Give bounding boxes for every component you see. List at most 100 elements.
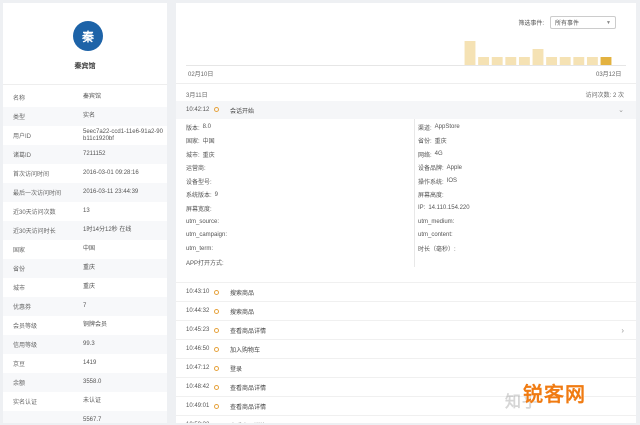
chart-bar[interactable] — [491, 57, 503, 65]
session-property: 设备品牌: Apple — [418, 162, 462, 174]
attribute-value: 未认证 — [83, 398, 102, 404]
property-key: 运营商: — [186, 166, 206, 172]
property-value: 重庆 — [202, 152, 215, 159]
property-key: 省份: — [418, 139, 432, 145]
attribute-key: 用户ID — [13, 134, 32, 140]
property-key: utm_source: — [186, 218, 220, 225]
event-time: 10:46:50 — [186, 346, 210, 352]
attribute-key: 诸葛ID — [13, 153, 32, 159]
attribute-value: 3558.0 — [83, 379, 102, 385]
attribute-row: 优惠券 7 — [3, 297, 167, 316]
session-start-time: 10:42:12 — [186, 107, 210, 113]
attribute-key: 省份 — [13, 267, 26, 273]
chart-bar[interactable] — [505, 57, 517, 65]
event-row[interactable]: 10:50:32 查看商品详情 — [176, 415, 636, 423]
event-dot-icon — [214, 107, 219, 112]
property-key: 设备型号: — [186, 179, 212, 186]
event-label: 搜索商品 — [230, 290, 255, 297]
event-dot-icon — [214, 404, 219, 409]
event-label: 搜索商品 — [230, 309, 255, 316]
chevron-right-icon[interactable]: › — [621, 326, 624, 335]
attribute-key: 国家 — [13, 248, 26, 254]
session-property: 设备型号: — [186, 175, 215, 187]
chart-bar[interactable] — [559, 57, 571, 65]
event-filter-select[interactable]: 所有事件 ▼ — [550, 16, 616, 29]
event-row[interactable]: 10:45:23 查看商品详情 › — [176, 320, 636, 339]
chart-bar[interactable] — [546, 57, 558, 65]
attribute-row: 余额 3558.0 — [3, 373, 167, 392]
attribute-value: 5567.7 — [83, 417, 102, 423]
attribute-key: 城市 — [13, 286, 26, 292]
attribute-value: 7211152 — [83, 151, 106, 157]
event-label: 查看商品详情 — [230, 421, 266, 424]
property-key: 操作系统: — [418, 179, 444, 186]
property-key: utm_content: — [418, 232, 453, 238]
attribute-row: 国家 中国 — [3, 240, 167, 259]
attribute-row: 省份 重庆 — [3, 259, 167, 278]
session-property: utm_campaign: — [186, 229, 230, 241]
chart-bar[interactable] — [464, 41, 476, 65]
chart-bar[interactable] — [573, 57, 585, 65]
event-dot-icon — [214, 347, 219, 352]
chart-bar[interactable] — [518, 57, 530, 65]
property-key: 设备品牌: — [418, 166, 444, 172]
event-row[interactable]: 10:46:50 加入购物车 — [176, 339, 636, 358]
chart-bar[interactable] — [600, 57, 612, 65]
attribute-row: 近30天访问次数 13 — [3, 202, 167, 221]
session-start-label: 会话开始 — [230, 108, 255, 115]
session-property: 渠道: AppStore — [418, 121, 460, 133]
chart-bar[interactable] — [532, 49, 544, 65]
event-time: 10:49:01 — [186, 403, 210, 409]
event-row[interactable]: 10:44:32 搜索商品 — [176, 301, 636, 320]
session-property: 省份: 重庆 — [418, 135, 447, 147]
event-label: 加入购物车 — [230, 347, 261, 354]
property-key: 版本: — [186, 125, 200, 132]
property-value: 9 — [214, 191, 219, 198]
attribute-key: 信用等级 — [13, 343, 38, 349]
session-property: utm_term: — [186, 243, 216, 255]
session-property: 网络: 4G — [418, 148, 443, 160]
property-key: IP: — [418, 205, 426, 211]
avatar: 秦 — [73, 21, 103, 51]
attribute-row: 用户ID 5eec7a22-ccd1-11e6-91a2-90b11c1920bf — [3, 126, 167, 145]
event-row[interactable]: 10:47:12 登录 — [176, 358, 636, 377]
chart-bar[interactable] — [586, 57, 598, 65]
session-property: IP: 14.110.154.220 — [418, 202, 470, 214]
event-row[interactable]: 10:43:10 搜索商品 — [176, 282, 636, 301]
event-time: 10:48:42 — [186, 384, 210, 390]
attribute-value: 2016-03-01 09:28:16 — [83, 170, 139, 176]
session-date: 3月11日 — [186, 93, 208, 99]
property-key: 时长（毫秒）: — [418, 247, 456, 253]
session-property: 屏幕高度: — [418, 189, 447, 201]
chevron-down-icon[interactable]: ⌄ — [618, 106, 624, 114]
column-divider — [414, 119, 415, 267]
attribute-value: 1时14分12秒 在线 — [83, 227, 132, 233]
event-filter: 筛选事件: 所有事件 ▼ — [518, 16, 616, 29]
event-label: 查看商品详情 — [230, 385, 267, 392]
session-start-row[interactable]: 10:42:12 会话开始 ⌄ — [176, 101, 636, 119]
attribute-value: 重庆 — [83, 284, 96, 290]
attribute-row: 城市 重庆 — [3, 278, 167, 297]
property-key: 网络: — [418, 152, 432, 159]
session-property: 国家: 中国 — [186, 135, 215, 147]
property-value: 重庆 — [434, 139, 447, 145]
attribute-value: 2016-03-11 23:44:39 — [83, 189, 139, 195]
attribute-row: 类型 实名 — [3, 107, 167, 126]
profile-name: 秦宾馆 — [74, 63, 96, 70]
attribute-row: 5567.7 — [3, 411, 167, 423]
property-value: AppStore — [434, 124, 460, 130]
filter-label: 筛选事件: — [518, 21, 544, 27]
session-property: 运营商: — [186, 162, 209, 174]
chart-bar[interactable] — [478, 57, 490, 65]
attribute-value: 7 — [83, 303, 87, 309]
chevron-down-icon: ▼ — [606, 20, 611, 26]
attribute-key: 余额 — [13, 381, 26, 387]
property-key: 屏幕宽度: — [186, 206, 212, 213]
property-key: 城市: — [186, 152, 200, 159]
property-key: utm_term: — [186, 245, 214, 252]
event-dot-icon — [214, 328, 219, 333]
filter-value: 所有事件 — [555, 21, 580, 27]
property-value: 14.110.154.220 — [428, 205, 470, 211]
property-key: utm_medium: — [418, 218, 455, 225]
property-value: IOS — [446, 178, 458, 184]
